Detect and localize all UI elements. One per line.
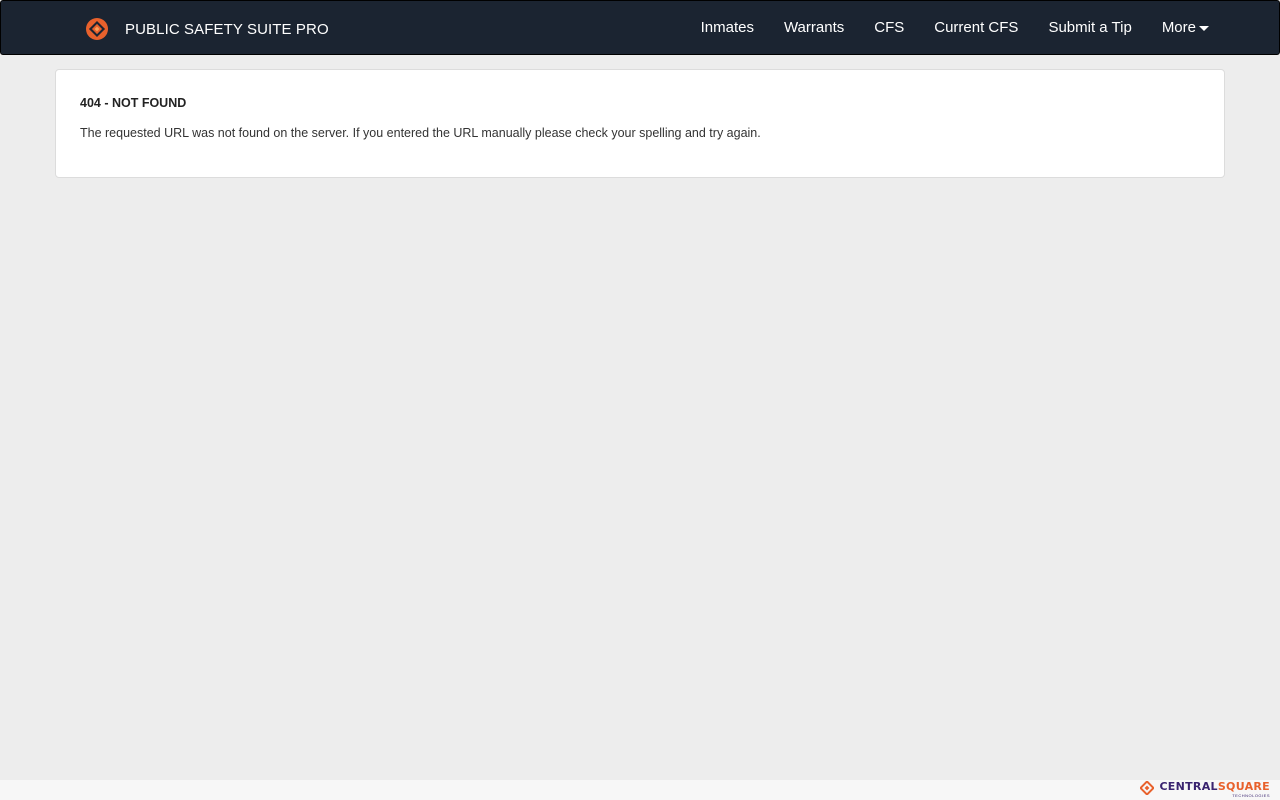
centralsquare-logo-icon — [1140, 781, 1155, 795]
nav-link-warrants[interactable]: Warrants — [769, 1, 859, 55]
caret-down-icon — [1199, 26, 1209, 31]
logo-text-central: CENTRAL — [1159, 780, 1218, 793]
more-dropdown-toggle[interactable]: More — [1147, 1, 1209, 55]
nav-link-submit-tip[interactable]: Submit a Tip — [1033, 1, 1146, 55]
error-message: The requested URL was not found on the s… — [80, 126, 761, 140]
app-title: PUBLIC SAFETY SUITE PRO — [125, 20, 329, 38]
top-navbar: PUBLIC SAFETY SUITE PRO Inmates Warrants… — [0, 0, 1280, 55]
nav-link-inmates[interactable]: Inmates — [686, 1, 769, 55]
main-nav: Inmates Warrants CFS Current CFS Submit … — [686, 1, 1209, 55]
logo-text-square: SQUARE — [1217, 780, 1270, 793]
error-card: 404 - NOT FOUND The requested URL was no… — [55, 69, 1225, 178]
logo-subtext: TECHNOLOGIES — [1232, 793, 1270, 798]
page-footer: CENTRALSQUARE TECHNOLOGIES — [0, 780, 1280, 800]
centralsquare-logo: CENTRALSQUARE TECHNOLOGIES — [1140, 780, 1270, 800]
nav-link-current-cfs[interactable]: Current CFS — [919, 1, 1033, 55]
nav-link-cfs[interactable]: CFS — [859, 1, 919, 55]
error-title: 404 - NOT FOUND — [80, 96, 187, 110]
brand-home-link[interactable]: PUBLIC SAFETY SUITE PRO — [85, 15, 329, 43]
more-label: More — [1161, 19, 1196, 36]
public-safety-logo-icon — [86, 18, 108, 40]
